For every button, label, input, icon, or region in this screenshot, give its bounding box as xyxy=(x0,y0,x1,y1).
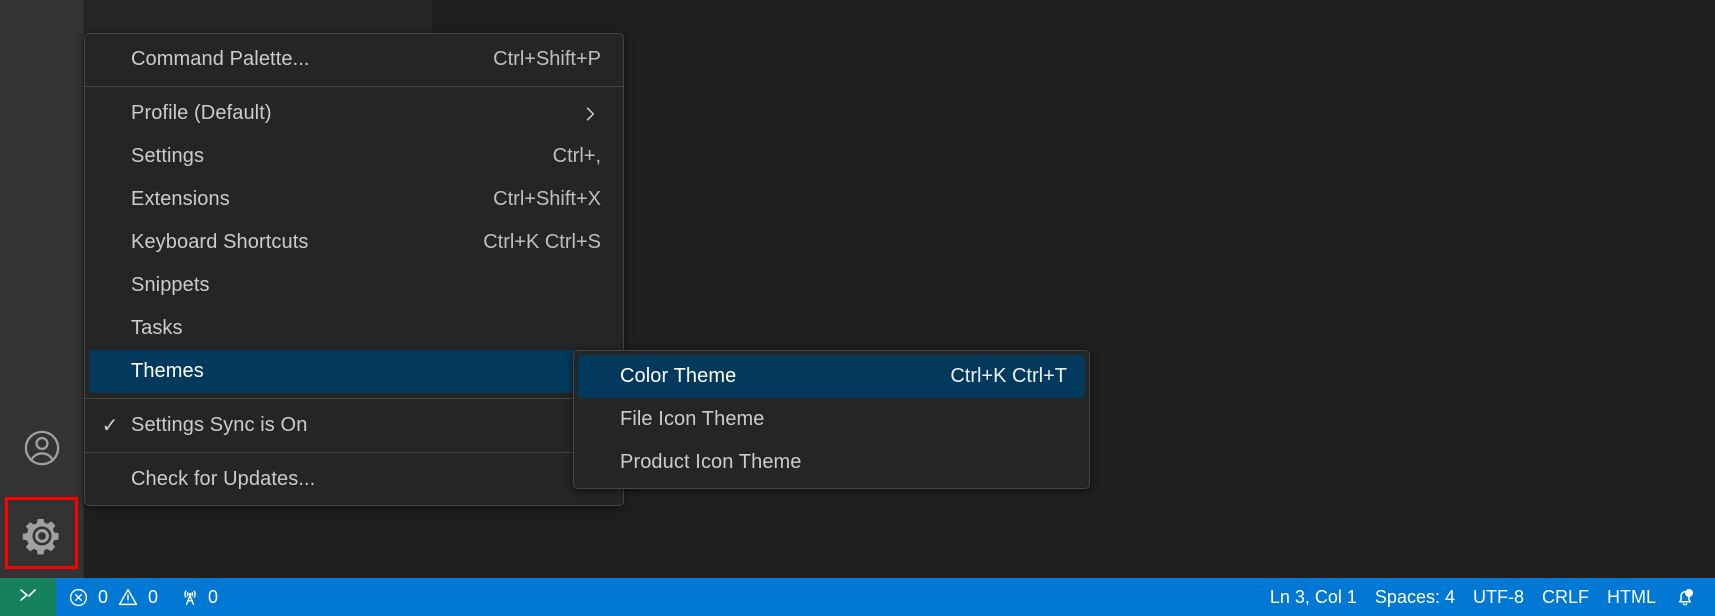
warning-count: 0 xyxy=(148,586,159,607)
menu-item[interactable]: Snippets xyxy=(89,264,619,307)
error-circle-icon xyxy=(68,587,89,608)
editor-language-label: HTML xyxy=(1607,586,1656,607)
menu-item-label: Extensions xyxy=(131,188,230,210)
menu-separator xyxy=(85,398,623,399)
menu-item[interactable]: Keyboard Shortcuts Ctrl+K Ctrl+S xyxy=(89,221,619,264)
menu-item[interactable]: Product Icon Theme xyxy=(578,441,1085,484)
menu-separator xyxy=(85,86,623,87)
menu-item[interactable]: Tasks xyxy=(89,307,619,350)
status-item-remote[interactable] xyxy=(0,578,56,616)
ports-count: 0 xyxy=(208,586,219,607)
menu-item-keybinding: Ctrl+Shift+X xyxy=(493,188,601,210)
error-count: 0 xyxy=(98,586,109,607)
menu-item-keybinding: Ctrl+K Ctrl+T xyxy=(950,365,1067,387)
status-item-problems[interactable]: 0 0 xyxy=(56,578,170,616)
radio-tower-icon xyxy=(179,586,201,608)
menu-item[interactable]: Settings Ctrl+, xyxy=(89,135,619,178)
status-item-notifications[interactable] xyxy=(1665,578,1705,616)
menu-item-label: File Icon Theme xyxy=(620,408,765,430)
remote-indicator-icon xyxy=(16,583,40,612)
status-bar: 0 0 0 Ln 3, Col 1 Spaces: 4 UTF-8 CRLF H… xyxy=(0,578,1715,616)
status-item-editor-encoding[interactable]: UTF-8 xyxy=(1464,578,1533,616)
account-icon xyxy=(21,427,63,469)
gear-icon xyxy=(20,514,64,558)
editor-tab-strip xyxy=(84,0,432,33)
bell-dot-icon xyxy=(1674,586,1696,608)
menu-item[interactable]: Extensions Ctrl+Shift+X xyxy=(89,178,619,221)
menu-item-keybinding: Ctrl+, xyxy=(552,145,601,167)
notification-dot xyxy=(1685,589,1693,597)
menu-item[interactable]: Themes xyxy=(89,350,619,393)
menu-item-label: Settings Sync is On xyxy=(131,414,308,436)
menu-item-label: Themes xyxy=(131,360,204,382)
vscode-window: Command Palette... Ctrl+Shift+P Profile (D… xyxy=(0,0,1715,616)
menu-separator xyxy=(85,452,623,453)
warning-triangle-icon xyxy=(117,586,139,608)
sidebar-item-accounts[interactable] xyxy=(0,406,84,490)
check-icon: ✓ xyxy=(101,414,119,437)
menu-item-label: Settings xyxy=(131,145,205,167)
editor-position-label: Ln 3, Col 1 xyxy=(1269,586,1357,607)
status-item-editor-eol[interactable]: CRLF xyxy=(1533,578,1598,616)
status-item-editor-language[interactable]: HTML xyxy=(1598,578,1665,616)
menu-item[interactable]: Check for Updates... xyxy=(89,458,619,501)
menu-item-label: Command Palette... xyxy=(131,48,310,70)
status-bar-left: 0 0 0 xyxy=(0,578,227,616)
status-item-editor-position[interactable]: Ln 3, Col 1 xyxy=(1261,578,1366,616)
manage-context-menu[interactable]: Command Palette... Ctrl+Shift+P Profile (D… xyxy=(84,33,624,506)
menu-item[interactable]: Profile (Default) xyxy=(89,92,619,135)
status-item-ports[interactable]: 0 xyxy=(170,578,227,616)
menu-item-label: Product Icon Theme xyxy=(620,451,802,473)
menu-item-label: Check for Updates... xyxy=(131,468,316,490)
activity-bar xyxy=(0,0,84,578)
editor-tab-strip-empty xyxy=(432,0,1715,33)
editor-indentation-label: Spaces: 4 xyxy=(1374,586,1455,607)
editor-encoding-label: UTF-8 xyxy=(1472,586,1524,607)
themes-submenu[interactable]: Color Theme Ctrl+K Ctrl+T File Icon Theme P… xyxy=(573,350,1090,489)
menu-item-label: Tasks xyxy=(131,317,183,339)
menu-item[interactable]: Command Palette... Ctrl+Shift+P xyxy=(89,38,619,81)
status-item-editor-indentation[interactable]: Spaces: 4 xyxy=(1366,578,1464,616)
menu-item-label: Profile (Default) xyxy=(131,102,272,124)
menu-item-label: Snippets xyxy=(131,274,210,296)
menu-item-label: Keyboard Shortcuts xyxy=(131,231,309,253)
menu-item[interactable]: File Icon Theme xyxy=(578,398,1085,441)
menu-item[interactable]: Color Theme Ctrl+K Ctrl+T xyxy=(578,355,1085,398)
editor-eol-label: CRLF xyxy=(1541,586,1589,607)
menu-item[interactable]: ✓ Settings Sync is On xyxy=(89,404,619,447)
menu-item-label: Color Theme xyxy=(620,365,737,387)
status-bar-right: Ln 3, Col 1 Spaces: 4 UTF-8 CRLF HTML xyxy=(1261,578,1715,616)
sidebar-item-manage[interactable] xyxy=(0,494,84,578)
menu-item-keybinding: Ctrl+K Ctrl+S xyxy=(483,231,601,253)
menu-item-keybinding: Ctrl+Shift+P xyxy=(493,48,601,70)
chevron-right-icon xyxy=(579,104,601,124)
